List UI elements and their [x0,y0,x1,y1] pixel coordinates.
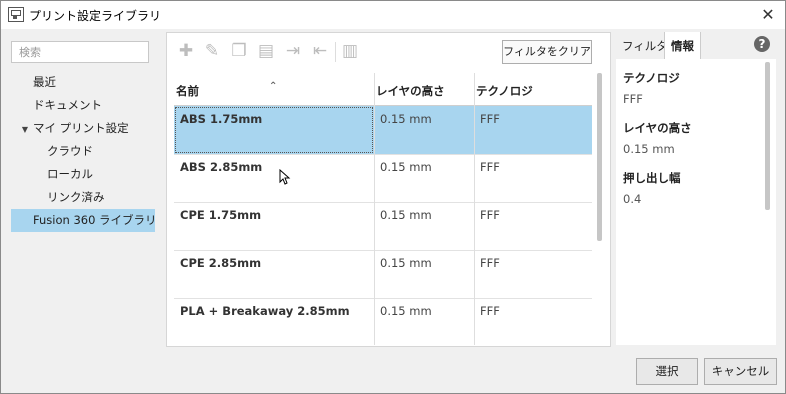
cancel-button[interactable]: キャンセル [704,358,777,385]
prop-value-layer-height: 0.15 mm [623,142,675,156]
sidebar: 最近 ドキュメント ▼マイ プリント設定 クラウド ローカル リンク済み Fus… [11,41,157,291]
edit-icon[interactable]: ✎ [203,40,221,62]
prop-label-extrusion-width: 押し出し幅 [623,171,681,185]
cell-technology: FFF [480,304,500,318]
sidebar-item-linked[interactable]: リンク済み [11,186,155,209]
title-bar: プリント設定ライブラリ ✕ [1,1,785,29]
cell-name: PLA + Breakaway 2.85mm [180,304,350,318]
cell-technology: FFF [480,208,500,222]
cell-name: CPE 2.85mm [180,256,262,270]
caret-down-icon[interactable]: ▼ [17,118,33,141]
sidebar-item-recent[interactable]: 最近 [11,71,155,94]
cell-name: ABS 1.75mm [174,106,374,154]
column-header-technology[interactable]: テクノロジ [474,73,592,105]
sidebar-item-label: ローカル [47,167,93,181]
cell-name: CPE 1.75mm [180,208,262,222]
column-header-name[interactable]: 名前 ⌃ [174,73,374,105]
cell-layer-height: 0.15 mm [380,112,432,126]
cell-technology: FFF [480,112,500,126]
sidebar-item-label: マイ プリント設定 [33,121,129,135]
delete-icon[interactable]: ▥ [341,40,359,62]
table-row[interactable]: CPE 1.75mm 0.15 mm FFF [174,202,592,251]
sidebar-item-local[interactable]: ローカル [11,163,155,186]
table-scrollbar[interactable] [597,73,602,241]
info-properties: テクノロジ FFF レイヤの高さ 0.15 mm 押し出し幅 0.4 [623,68,692,218]
table-row[interactable]: PLA + Breakaway 2.85mm 0.15 mm FFF [174,298,592,345]
cell-layer-height: 0.15 mm [380,304,432,318]
prop-value-technology: FFF [623,92,643,106]
sort-up-icon: ⌃ [269,81,278,92]
clear-filter-button[interactable]: フィルタをクリア [502,40,592,64]
mouse-pointer-icon [279,169,291,185]
sidebar-item-label: ドキュメント [33,98,102,112]
cell-technology: FFF [480,160,500,174]
cell-layer-height: 0.15 mm [380,160,432,174]
cell-technology: FFF [480,256,500,270]
sidebar-item-label: Fusion 360 ライブラリ [33,213,157,227]
plus-icon[interactable]: ✚ [177,40,195,62]
sidebar-item-fusion-library[interactable]: Fusion 360 ライブラリ [11,209,157,232]
prop-value-extrusion-width: 0.4 [623,192,642,206]
search-input[interactable] [11,41,149,63]
column-divider [474,73,475,345]
table-row[interactable]: ABS 1.75mm 0.15 mm FFF [174,106,592,155]
toolbar-divider [335,42,336,62]
table-row[interactable]: CPE 2.85mm 0.15 mm FFF [174,250,592,299]
sidebar-item-label: リンク済み [47,190,105,204]
export-icon[interactable]: ⇤ [311,40,329,62]
settings-list-panel: ✚ ✎ ❐ ▤ ⇥ ⇤ ▥ フィルタをクリア 名前 ⌃ レイヤの高さ テクノロジ … [166,32,611,347]
import-icon[interactable]: ⇥ [284,40,302,62]
cell-name: ABS 2.85mm [180,160,263,174]
prop-label-layer-height: レイヤの高さ [623,121,692,135]
copy-icon[interactable]: ❐ [230,40,248,62]
details-tabs: フィルタ 情報 ? [616,32,776,59]
prop-label-technology: テクノロジ [623,71,680,85]
help-icon[interactable]: ? [754,36,770,52]
cell-layer-height: 0.15 mm [380,208,432,222]
sidebar-item-documents[interactable]: ドキュメント [11,94,155,117]
column-divider [374,73,375,345]
settings-table: 名前 ⌃ レイヤの高さ テクノロジ ABS 1.75mm 0.15 mm FFF … [174,73,600,345]
sidebar-item-label: クラウド [47,144,93,158]
close-icon[interactable]: ✕ [757,4,779,26]
details-scrollbar[interactable] [765,62,770,210]
window-title: プリント設定ライブラリ [29,9,162,23]
table-header: 名前 ⌃ レイヤの高さ テクノロジ [174,73,592,106]
details-panel: フィルタ 情報 ? テクノロジ FFF レイヤの高さ 0.15 mm 押し出し幅… [616,32,776,345]
library-tree: 最近 ドキュメント ▼ マイ プリント設定 クラウド ローカル リンク済み Fus… [11,71,157,232]
cell-layer-height: 0.15 mm [380,256,432,270]
print-settings-dialog: プリント設定ライブラリ ✕ 最近 ドキュメント ▼マイ プリント設定 クラウド … [0,0,786,394]
paste-icon[interactable]: ▤ [257,40,275,62]
select-button[interactable]: 選択 [636,358,698,385]
tab-info[interactable]: 情報 [664,32,701,59]
sidebar-item-label: 最近 [33,75,56,89]
table-row[interactable]: ABS 2.85mm 0.15 mm FFF [174,154,592,203]
library-icon [8,7,24,22]
column-header-layer-height[interactable]: レイヤの高さ [374,73,474,105]
sidebar-item-my-print-settings[interactable]: ▼ マイ プリント設定 [11,117,155,140]
sidebar-item-cloud[interactable]: クラウド [11,140,155,163]
